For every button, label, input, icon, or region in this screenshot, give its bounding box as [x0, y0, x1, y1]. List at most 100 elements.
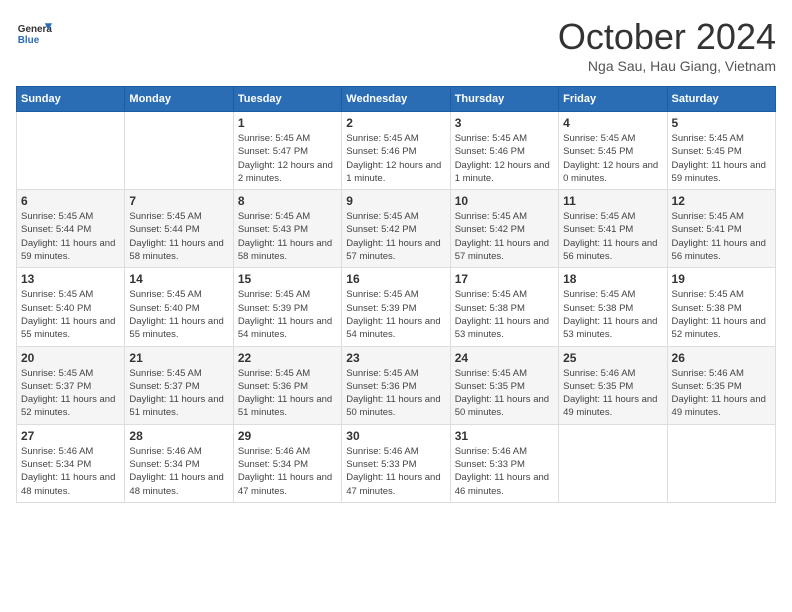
calendar-week-2: 6 Sunrise: 5:45 AMSunset: 5:44 PMDaylight… — [17, 190, 776, 268]
day-info: Sunrise: 5:45 AMSunset: 5:42 PMDaylight:… — [346, 210, 445, 263]
day-number: 7 — [129, 194, 228, 208]
day-number: 8 — [238, 194, 337, 208]
calendar-week-1: 1Sunrise: 5:45 AMSunset: 5:47 PMDaylight… — [17, 112, 776, 190]
day-info: Sunrise: 5:45 AMSunset: 5:47 PMDaylight:… — [238, 132, 337, 185]
day-header-monday: Monday — [125, 87, 233, 112]
day-header-friday: Friday — [559, 87, 667, 112]
calendar-cell — [559, 424, 667, 502]
day-number: 27 — [21, 429, 120, 443]
day-number: 29 — [238, 429, 337, 443]
calendar-cell: 14Sunrise: 5:45 AMSunset: 5:40 PMDayligh… — [125, 268, 233, 346]
logo: General Blue — [16, 16, 52, 52]
day-number: 13 — [21, 272, 120, 286]
calendar-cell: 7 Sunrise: 5:45 AMSunset: 5:44 PMDaylight… — [125, 190, 233, 268]
svg-text:Blue: Blue — [18, 35, 40, 46]
calendar-cell: 6 Sunrise: 5:45 AMSunset: 5:44 PMDaylight… — [17, 190, 125, 268]
day-info: Sunrise: 5:45 AMSunset: 5:36 PMDaylight:… — [346, 367, 445, 420]
month-title: October 2024 — [558, 16, 776, 58]
day-info: Sunrise: 5:45 AMSunset: 5:39 PMDaylight:… — [346, 288, 445, 341]
calendar-cell: 21Sunrise: 5:45 AMSunset: 5:37 PMDayligh… — [125, 346, 233, 424]
calendar-cell: 11Sunrise: 5:45 AMSunset: 5:41 PMDayligh… — [559, 190, 667, 268]
day-info: Sunrise: 5:46 AMSunset: 5:33 PMDaylight:… — [346, 445, 445, 498]
calendar-cell: 27Sunrise: 5:46 AMSunset: 5:34 PMDayligh… — [17, 424, 125, 502]
day-number: 31 — [455, 429, 554, 443]
day-info: Sunrise: 5:45 AMSunset: 5:44 PMDaylight:… — [129, 210, 228, 263]
location-subtitle: Nga Sau, Hau Giang, Vietnam — [558, 58, 776, 74]
day-number: 12 — [672, 194, 771, 208]
calendar-cell: 1Sunrise: 5:45 AMSunset: 5:47 PMDaylight… — [233, 112, 341, 190]
day-number: 20 — [21, 351, 120, 365]
day-header-thursday: Thursday — [450, 87, 558, 112]
day-number: 16 — [346, 272, 445, 286]
day-info: Sunrise: 5:46 AMSunset: 5:34 PMDaylight:… — [129, 445, 228, 498]
calendar-cell: 2Sunrise: 5:45 AMSunset: 5:46 PMDaylight… — [342, 112, 450, 190]
calendar-cell: 16 Sunrise: 5:45 AMSunset: 5:39 PMDayligh… — [342, 268, 450, 346]
day-header-wednesday: Wednesday — [342, 87, 450, 112]
title-block: October 2024 Nga Sau, Hau Giang, Vietnam — [558, 16, 776, 74]
day-info: Sunrise: 5:45 AMSunset: 5:38 PMDaylight:… — [455, 288, 554, 341]
day-number: 28 — [129, 429, 228, 443]
calendar-cell — [667, 424, 775, 502]
calendar-cell: 26 Sunrise: 5:46 AMSunset: 5:35 PMDayligh… — [667, 346, 775, 424]
day-number: 4 — [563, 116, 662, 130]
calendar-cell: 31 Sunrise: 5:46 AMSunset: 5:33 PMDayligh… — [450, 424, 558, 502]
calendar-cell: 25 Sunrise: 5:46 AMSunset: 5:35 PMDayligh… — [559, 346, 667, 424]
day-info: Sunrise: 5:45 AMSunset: 5:40 PMDaylight:… — [21, 288, 120, 341]
day-info: Sunrise: 5:45 AMSunset: 5:39 PMDaylight:… — [238, 288, 337, 341]
day-info: Sunrise: 5:46 AMSunset: 5:35 PMDaylight:… — [672, 367, 771, 420]
day-info: Sunrise: 5:45 AMSunset: 5:38 PMDaylight:… — [672, 288, 771, 341]
calendar-cell: 3 Sunrise: 5:45 AMSunset: 5:46 PMDaylight… — [450, 112, 558, 190]
day-number: 24 — [455, 351, 554, 365]
day-info: Sunrise: 5:46 AMSunset: 5:34 PMDaylight:… — [238, 445, 337, 498]
page-header: General Blue October 2024 Nga Sau, Hau G… — [16, 16, 776, 74]
day-number: 25 — [563, 351, 662, 365]
day-info: Sunrise: 5:45 AMSunset: 5:35 PMDaylight:… — [455, 367, 554, 420]
day-info: Sunrise: 5:45 AMSunset: 5:43 PMDaylight:… — [238, 210, 337, 263]
day-header-saturday: Saturday — [667, 87, 775, 112]
day-info: Sunrise: 5:45 AMSunset: 5:46 PMDaylight:… — [455, 132, 554, 185]
day-number: 9 — [346, 194, 445, 208]
day-info: Sunrise: 5:46 AMSunset: 5:33 PMDaylight:… — [455, 445, 554, 498]
day-number: 17 — [455, 272, 554, 286]
calendar-header-row: SundayMondayTuesdayWednesdayThursdayFrid… — [17, 87, 776, 112]
day-info: Sunrise: 5:45 AMSunset: 5:44 PMDaylight:… — [21, 210, 120, 263]
calendar-cell — [17, 112, 125, 190]
calendar-cell: 18 Sunrise: 5:45 AMSunset: 5:38 PMDayligh… — [559, 268, 667, 346]
logo-icon: General Blue — [16, 16, 52, 52]
calendar-cell: 24 Sunrise: 5:45 AMSunset: 5:35 PMDayligh… — [450, 346, 558, 424]
day-info: Sunrise: 5:45 AMSunset: 5:40 PMDaylight:… — [129, 288, 228, 341]
calendar-cell: 19 Sunrise: 5:45 AMSunset: 5:38 PMDayligh… — [667, 268, 775, 346]
day-number: 19 — [672, 272, 771, 286]
calendar-cell: 29 Sunrise: 5:46 AMSunset: 5:34 PMDayligh… — [233, 424, 341, 502]
calendar-cell: 20Sunrise: 5:45 AMSunset: 5:37 PMDayligh… — [17, 346, 125, 424]
day-info: Sunrise: 5:45 AMSunset: 5:45 PMDaylight:… — [672, 132, 771, 185]
calendar-cell: 15Sunrise: 5:45 AMSunset: 5:39 PMDayligh… — [233, 268, 341, 346]
day-number: 3 — [455, 116, 554, 130]
day-number: 11 — [563, 194, 662, 208]
day-header-tuesday: Tuesday — [233, 87, 341, 112]
day-number: 6 — [21, 194, 120, 208]
day-info: Sunrise: 5:45 AMSunset: 5:38 PMDaylight:… — [563, 288, 662, 341]
calendar-cell: 13 Sunrise: 5:45 AMSunset: 5:40 PMDayligh… — [17, 268, 125, 346]
day-info: Sunrise: 5:45 AMSunset: 5:46 PMDaylight:… — [346, 132, 445, 185]
calendar-cell: 23Sunrise: 5:45 AMSunset: 5:36 PMDayligh… — [342, 346, 450, 424]
calendar-week-3: 13 Sunrise: 5:45 AMSunset: 5:40 PMDayligh… — [17, 268, 776, 346]
calendar-cell: 8 Sunrise: 5:45 AMSunset: 5:43 PMDaylight… — [233, 190, 341, 268]
day-number: 26 — [672, 351, 771, 365]
day-number: 5 — [672, 116, 771, 130]
calendar-table: SundayMondayTuesdayWednesdayThursdayFrid… — [16, 86, 776, 503]
day-number: 22 — [238, 351, 337, 365]
day-info: Sunrise: 5:46 AMSunset: 5:35 PMDaylight:… — [563, 367, 662, 420]
calendar-cell: 9 Sunrise: 5:45 AMSunset: 5:42 PMDaylight… — [342, 190, 450, 268]
day-info: Sunrise: 5:45 AMSunset: 5:41 PMDaylight:… — [672, 210, 771, 263]
calendar-week-5: 27 Sunrise: 5:46 AMSunset: 5:34 PMDayligh… — [17, 424, 776, 502]
day-number: 10 — [455, 194, 554, 208]
calendar-cell: 28 Sunrise: 5:46 AMSunset: 5:34 PMDayligh… — [125, 424, 233, 502]
calendar-cell: 12 Sunrise: 5:45 AMSunset: 5:41 PMDayligh… — [667, 190, 775, 268]
calendar-cell: 10Sunrise: 5:45 AMSunset: 5:42 PMDayligh… — [450, 190, 558, 268]
day-number: 18 — [563, 272, 662, 286]
calendar-cell: 5 Sunrise: 5:45 AMSunset: 5:45 PMDaylight… — [667, 112, 775, 190]
calendar-week-4: 20Sunrise: 5:45 AMSunset: 5:37 PMDayligh… — [17, 346, 776, 424]
calendar-cell: 4 Sunrise: 5:45 AMSunset: 5:45 PMDaylight… — [559, 112, 667, 190]
day-info: Sunrise: 5:45 AMSunset: 5:45 PMDaylight:… — [563, 132, 662, 185]
